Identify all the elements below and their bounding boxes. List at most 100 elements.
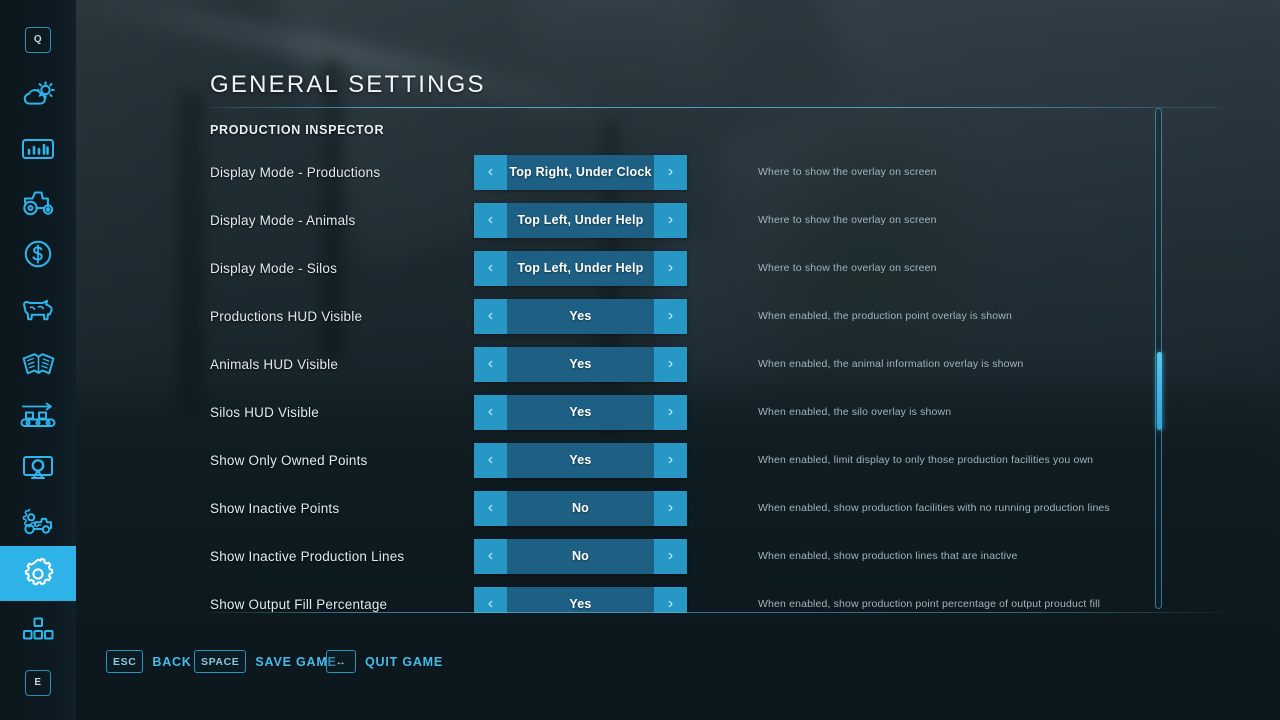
setting-value[interactable]: Yes <box>507 587 654 614</box>
chevron-left-icon[interactable]: ‹ <box>474 587 507 614</box>
settings-screen: QE GENERAL SETTINGS PRODUCTION INSPECTOR… <box>0 0 1280 720</box>
gear-tractor-icon <box>19 506 57 536</box>
settings-row: Display Mode - Productions ‹Top Right, Un… <box>76 148 1166 196</box>
keycap-icon: ESC <box>106 650 143 673</box>
keycap-icon: SPACE <box>194 650 246 673</box>
chevron-right-icon[interactable]: › <box>654 443 687 478</box>
setting-option-selector[interactable]: ‹Yes› <box>474 395 687 430</box>
setting-option-selector[interactable]: ‹Yes› <box>474 299 687 334</box>
key-hint[interactable]: ESC BACK <box>106 650 192 673</box>
setting-option-selector[interactable]: ‹Top Left, Under Help› <box>474 251 687 286</box>
setting-value[interactable]: Yes <box>507 395 654 430</box>
sidebar-item-vehicles[interactable] <box>0 175 76 230</box>
setting-description: When enabled, show production facilities… <box>758 502 1110 514</box>
sidebar-item-statistics[interactable] <box>0 121 76 176</box>
settings-row: Show Only Owned Points ‹Yes› When enabled,… <box>76 436 1166 484</box>
setting-value[interactable]: No <box>507 539 654 574</box>
chevron-left-icon[interactable]: ‹ <box>474 491 507 526</box>
setting-description: Where to show the overlay on screen <box>758 262 937 274</box>
setting-label: Productions HUD Visible <box>210 309 362 324</box>
key-hint-label: BACK <box>152 655 191 669</box>
weather-cloud-sun-icon <box>21 81 55 109</box>
chevron-right-icon[interactable]: › <box>654 299 687 334</box>
setting-option-selector[interactable]: ‹Yes› <box>474 347 687 382</box>
documents-icon <box>21 350 55 378</box>
setting-option-selector[interactable]: ‹No› <box>474 539 687 574</box>
title-divider <box>210 107 1222 108</box>
setting-label: Display Mode - Silos <box>210 261 337 276</box>
gear-icon <box>21 557 55 591</box>
setting-value[interactable]: Top Left, Under Help <box>507 251 654 286</box>
setting-description: Where to show the overlay on screen <box>758 214 937 226</box>
chevron-left-icon[interactable]: ‹ <box>474 155 507 190</box>
sidebar-item-general-settings[interactable] <box>0 546 76 601</box>
setting-description: When enabled, the production point overl… <box>758 310 1012 322</box>
setting-label: Show Inactive Points <box>210 501 339 516</box>
setting-description: When enabled, limit display to only thos… <box>758 454 1093 466</box>
setting-value[interactable]: Yes <box>507 299 654 334</box>
settings-list: Display Mode - Productions‹Top Right, Un… <box>76 148 1166 613</box>
setting-value[interactable]: Yes <box>507 347 654 382</box>
scrollbar-track[interactable] <box>1155 108 1162 609</box>
key-hint[interactable]: ↔ QUIT GAME <box>326 650 443 673</box>
key-hint-bar: ESC BACKSPACE SAVE GAME↔ QUIT GAME <box>0 628 1204 720</box>
chevron-left-icon[interactable]: ‹ <box>474 395 507 430</box>
tractor-icon <box>20 189 56 217</box>
setting-value[interactable]: Yes <box>507 443 654 478</box>
chevron-right-icon[interactable]: › <box>654 587 687 614</box>
setting-option-selector[interactable]: ‹No› <box>474 491 687 526</box>
sidebar-item-contracts[interactable] <box>0 336 76 391</box>
setting-option-selector[interactable]: ‹Top Right, Under Clock› <box>474 155 687 190</box>
settings-row: Show Inactive Production Lines‹No›When e… <box>76 532 1166 580</box>
chevron-right-icon[interactable]: › <box>654 539 687 574</box>
page-title: GENERAL SETTINGS <box>210 71 486 99</box>
sidebar-item-vehicle-settings[interactable] <box>0 493 76 548</box>
chevron-right-icon[interactable]: › <box>654 395 687 430</box>
setting-description: When enabled, the silo overlay is shown <box>758 406 951 418</box>
chevron-right-icon[interactable]: › <box>654 251 687 286</box>
setting-value[interactable]: Top Left, Under Help <box>507 203 654 238</box>
settings-row: Show Output Fill Percentage‹Yes›When ena… <box>76 580 1166 613</box>
chevron-right-icon[interactable]: › <box>654 347 687 382</box>
chevron-left-icon[interactable]: ‹ <box>474 203 507 238</box>
chevron-right-icon[interactable]: › <box>654 155 687 190</box>
sidebar: QE <box>0 0 76 720</box>
chevron-right-icon[interactable]: › <box>654 203 687 238</box>
setting-label: Silos HUD Visible <box>210 405 319 420</box>
conveyor-belt-icon <box>19 401 57 431</box>
chevron-right-icon[interactable]: › <box>654 491 687 526</box>
chevron-left-icon[interactable]: ‹ <box>474 539 507 574</box>
chevron-left-icon[interactable]: ‹ <box>474 251 507 286</box>
sidebar-item-help-key[interactable]: Q <box>0 12 76 67</box>
sidebar-item-map-overview[interactable] <box>0 440 76 495</box>
chevron-left-icon[interactable]: ‹ <box>474 347 507 382</box>
settings-row: Display Mode - Silos ‹Top Left, Under Hel… <box>76 244 1166 292</box>
key-hint[interactable]: SPACE SAVE GAME <box>194 650 337 673</box>
settings-row: Display Mode - Animals‹Top Left, Under H… <box>76 196 1166 244</box>
settings-panel: GENERAL SETTINGS PRODUCTION INSPECTOR Di… <box>76 0 1280 720</box>
setting-description: When enabled, show production point perc… <box>758 598 1100 610</box>
sidebar-item-animals[interactable] <box>0 281 76 336</box>
setting-option-selector[interactable]: ‹Yes› <box>474 587 687 614</box>
dollar-coin-icon <box>23 239 53 269</box>
setting-option-selector[interactable]: ‹Top Left, Under Help› <box>474 203 687 238</box>
bar-chart-icon <box>21 136 55 162</box>
setting-value[interactable]: No <box>507 491 654 526</box>
keycap-icon: ↔ <box>326 650 356 673</box>
chevron-left-icon[interactable]: ‹ <box>474 443 507 478</box>
key-hint-label: QUIT GAME <box>365 655 443 669</box>
chevron-left-icon[interactable]: ‹ <box>474 299 507 334</box>
sidebar-item-production[interactable] <box>0 388 76 443</box>
setting-description: When enabled, the animal information ove… <box>758 358 1023 370</box>
setting-value[interactable]: Top Right, Under Clock <box>507 155 654 190</box>
sidebar-item-finances[interactable] <box>0 226 76 281</box>
setting-option-selector[interactable]: ‹Yes› <box>474 443 687 478</box>
key-hint-label: SAVE GAME <box>255 655 336 669</box>
setting-label: Display Mode - Productions <box>210 165 380 180</box>
setting-label: Show Inactive Production Lines <box>210 549 404 564</box>
setting-description: Where to show the overlay on screen <box>758 166 937 178</box>
sidebar-item-weather[interactable] <box>0 67 76 122</box>
setting-label: Show Only Owned Points <box>210 453 367 468</box>
list-bottom-divider <box>210 612 1222 613</box>
scrollbar-thumb[interactable] <box>1157 352 1162 430</box>
